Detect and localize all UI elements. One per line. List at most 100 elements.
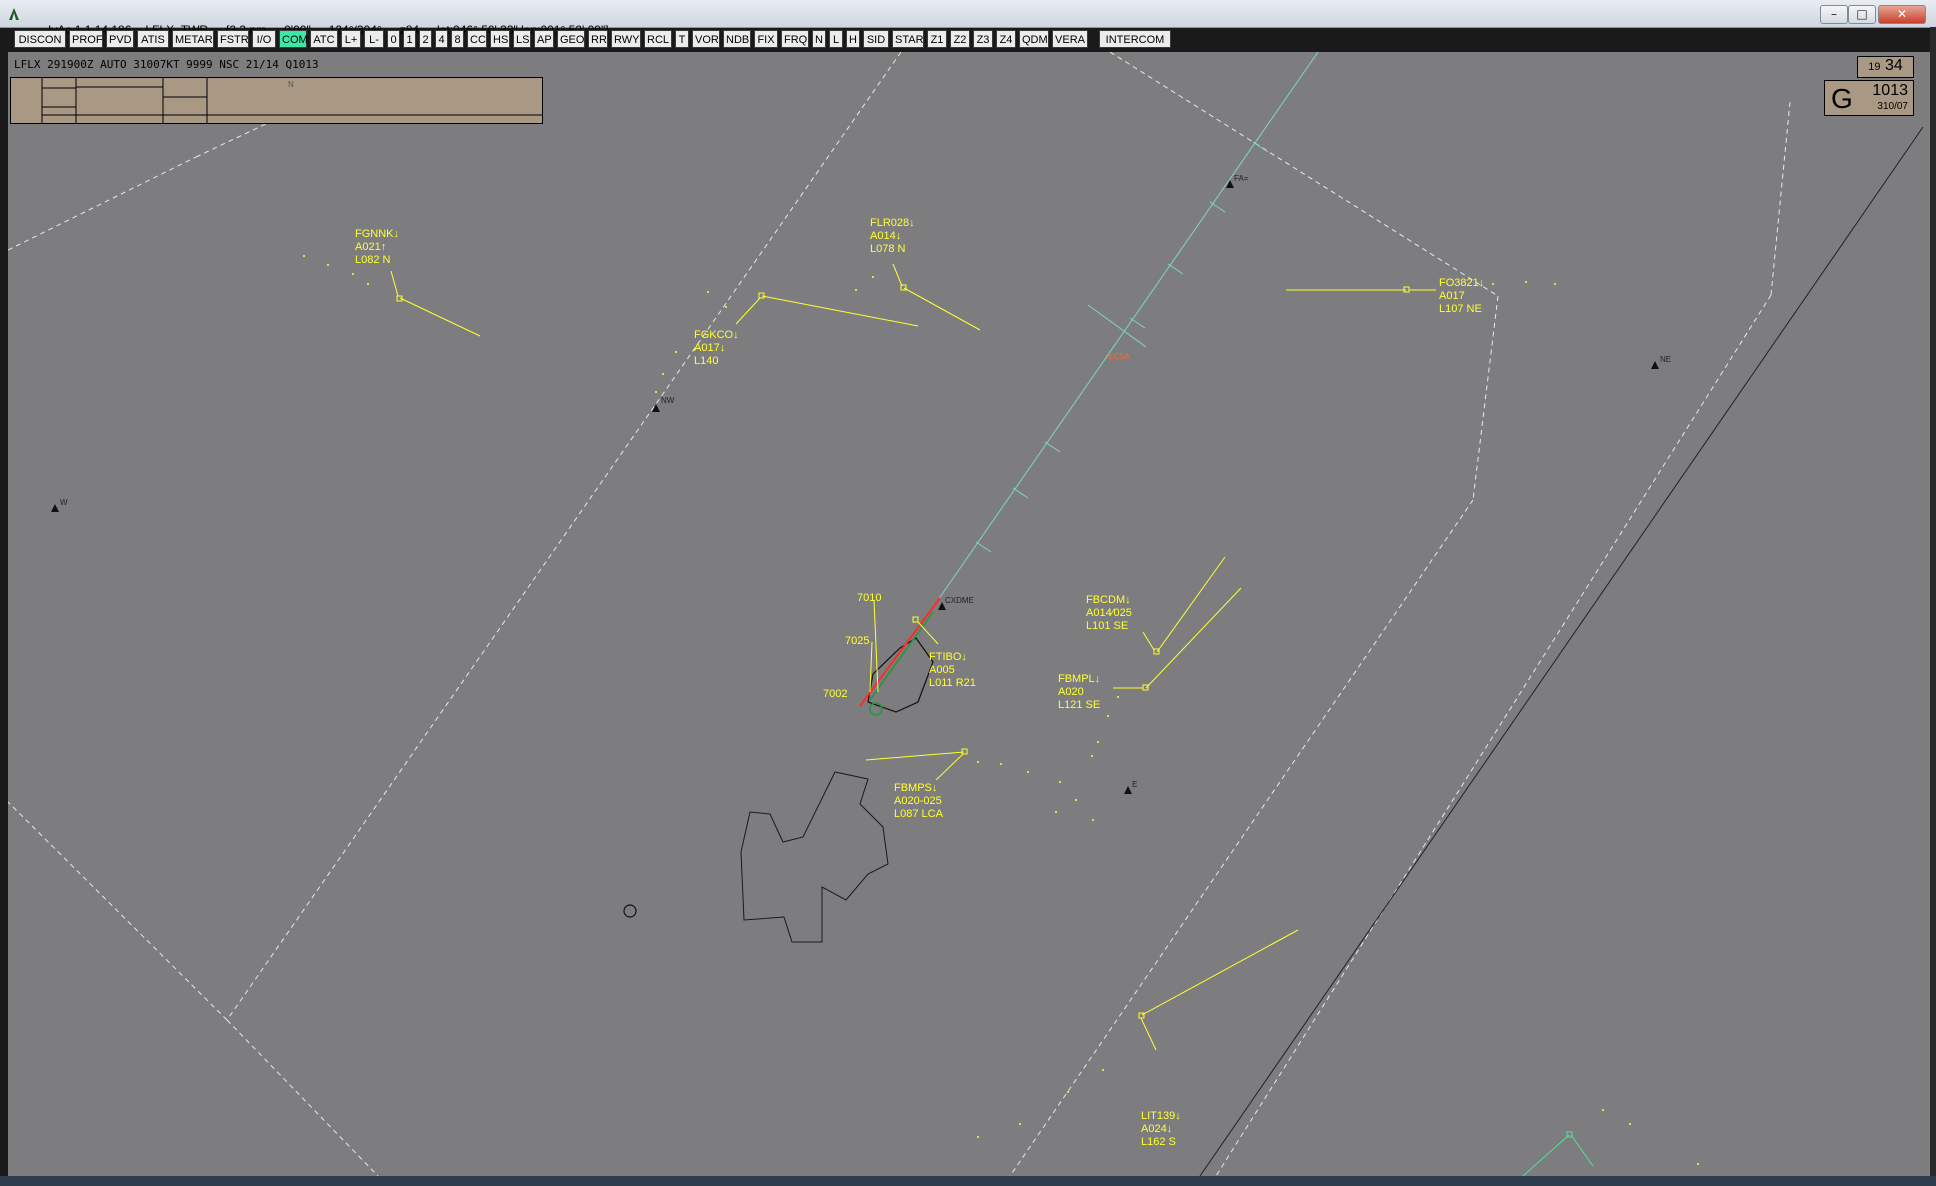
fix-e-icon [1124,786,1132,794]
toolbar-button-ap[interactable]: AP [534,30,554,48]
toolbar-button-vera[interactable]: VERA [1052,30,1088,48]
squawk-tag-7002[interactable]: 7002 [823,688,847,701]
toolbar-button-geo[interactable]: GEO [557,30,585,48]
window-right-edge [1930,27,1936,1176]
target-fgkco[interactable] [735,292,919,327]
toolbar-button-z3[interactable]: Z3 [973,30,993,48]
target-fbmpl[interactable] [1113,587,1242,691]
toolbar-button-z2[interactable]: Z2 [950,30,970,48]
aircraft-targets[interactable] [390,263,1436,1051]
minimize-button[interactable]: – [1820,5,1848,24]
target-fo3821[interactable] [1286,286,1436,293]
speed-vector [399,297,481,337]
toolbar-button-z4[interactable]: Z4 [996,30,1016,48]
toolbar: DISCON PROF PVD ATIS METAR FSTR I/O COM ATC L+ L- 0… [8,30,1171,49]
target-fgnnk[interactable] [390,270,481,337]
toolbar-button-i-o[interactable]: I/O [252,30,276,48]
centerline [937,52,1319,601]
tag-info: L162 S [1141,1136,1176,1148]
tag-altitude: A014⁄025 [1086,607,1132,619]
leader-line [1570,1134,1594,1167]
radar-map[interactable] [8,52,1930,1176]
tag-altitude: A014↓ [870,230,902,242]
leader-line [935,753,964,781]
aircraft-tag-fbmps[interactable]: FBMPS↓ A020-025 L087 LCA [894,782,943,821]
squawk-tag-7025[interactable]: 7025 [845,635,869,648]
toolbar-button-discon[interactable]: DISCON [14,30,66,48]
toolbar-button-intercom[interactable]: INTERCOM [1099,30,1171,48]
target-fbcdm[interactable] [1142,556,1226,655]
leader-line [1142,631,1155,651]
toolbar-button-l[interactable]: L [829,30,843,48]
toolbar-button-z1[interactable]: Z1 [927,30,947,48]
tag-altitude: A020 [1058,686,1084,698]
toolbar-button-atc[interactable]: ATC [310,30,338,48]
toolbar-button-hs[interactable]: HS [490,30,510,48]
squawk-leaders [869,599,879,693]
target-lit139[interactable] [1138,929,1299,1051]
fix-north-icon [1226,180,1234,188]
tag-info: L082 N [355,254,391,266]
toolbar-button-sid[interactable]: SID [863,30,889,48]
dot [1059,781,1061,783]
toolbar-button-star[interactable]: STAR [892,30,924,48]
boundary-east-upper [1472,295,1499,501]
toolbar-button-prof[interactable]: PROF [69,30,103,48]
dot [707,291,709,293]
radar-scope[interactable]: LFLX 291900Z AUTO 31007KT 9999 NSC 21/14… [8,52,1930,1176]
toolbar-button-metar[interactable]: METAR [172,30,214,48]
fix-w-icon [51,504,59,512]
aircraft-tag-flr028[interactable]: FLR028↓ A014↓ L078 N [870,217,915,256]
aircraft-tag-fbmpl[interactable]: FBMPL↓ A020 L121 SE [1058,673,1100,712]
atis-letter: G [1831,83,1853,114]
strip-table[interactable] [10,77,543,124]
toolbar-button-4[interactable]: 4 [435,30,448,48]
dot [1000,763,1002,765]
target-fbmps[interactable] [865,748,968,781]
aircraft-tag-fbcdm[interactable]: FBCDM↓ A014⁄025 L101 SE [1086,594,1132,633]
squawk-tag-7010[interactable]: 7010 [857,592,881,605]
toolbar-button-8[interactable]: 8 [451,30,464,48]
toolbar-button-vor[interactable]: VOR [692,30,720,48]
toolbar-button-atis[interactable]: ATIS [137,30,169,48]
dot [303,255,305,257]
toolbar-button-0[interactable]: 0 [387,30,400,48]
dot [1092,819,1094,821]
aircraft-tag-ftibo[interactable]: FTIBO↓ A005 L011 R21 [929,651,976,690]
tag-info: L121 SE [1058,699,1101,711]
toolbar-button-t[interactable]: T [675,30,689,48]
toolbar-button-fix[interactable]: FIX [754,30,778,48]
tag-callsign: FGNNK↓ [355,228,399,240]
toolbar-button-h[interactable]: H [846,30,860,48]
tag-callsign: FBMPS↓ [894,782,938,794]
maximize-button[interactable]: □ [1848,5,1876,24]
toolbar-button-cc[interactable]: CC [467,30,487,48]
fix-north-label: FA= [1234,174,1249,183]
target-flr028[interactable] [892,263,981,331]
toolbar-button-com[interactable]: COM [279,30,308,48]
toolbar-button-rcl[interactable]: RCL [644,30,672,48]
toolbar-button-rr[interactable]: RR [588,30,608,48]
aircraft-tag-fgkco[interactable]: FGKCO↓ A017↓ L140 [694,329,739,368]
toolbar-button-ndb[interactable]: NDB [723,30,751,48]
toolbar-button-2[interactable]: 2 [419,30,432,48]
dot [367,283,369,285]
toolbar-button-fstr[interactable]: FSTR [217,30,249,48]
toolbar-button-1[interactable]: 1 [403,30,416,48]
close-button[interactable]: ✕ [1878,5,1926,24]
toolbar-button-rwy[interactable]: RWY [611,30,641,48]
toolbar-button-ls[interactable]: LS [513,30,531,48]
aircraft-tag-lit139[interactable]: LIT139↓ A024↓ L162 S [1141,1110,1181,1149]
dot [1602,1109,1604,1111]
target-bottom-right[interactable] [1522,1131,1594,1176]
aircraft-tag-fgnnk[interactable]: FGNNK↓ A021↑ L082 N [355,228,399,267]
toolbar-button-n[interactable]: N [812,30,826,48]
toolbar-button-l[interactable]: L- [364,30,384,48]
airport-runways [859,597,941,716]
toolbar-button-pvd[interactable]: PVD [106,30,134,48]
toolbar-button-qdm[interactable]: QDM [1019,30,1049,48]
toolbar-button-l[interactable]: L+ [341,30,361,48]
aircraft-tag-fo3821[interactable]: FO3821↓ A017 L107 NE [1439,277,1484,316]
toolbar-button-frq[interactable]: FRQ [781,30,809,48]
coastline [1199,126,1924,1176]
